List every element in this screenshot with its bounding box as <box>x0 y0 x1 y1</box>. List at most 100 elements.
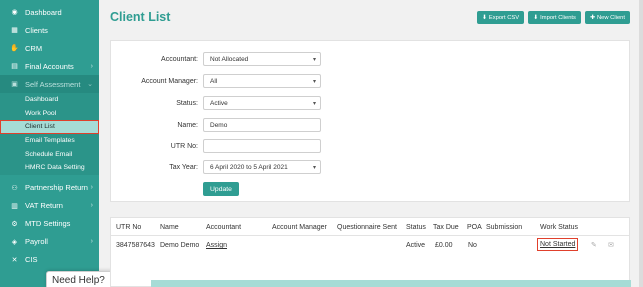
sidebar: ◉ Dashboard ▦ Clients ✋ CRM ▤ Final Acco… <box>0 0 99 287</box>
name-label: Name: <box>177 121 198 129</box>
sub-work-pool[interactable]: Work Pool <box>0 107 99 121</box>
client-table: UTR No Name Accountant Account Manager Q… <box>110 217 631 287</box>
tax-year-select[interactable]: 6 April 2020 to 5 April 2021 ▾ <box>203 160 321 174</box>
header-buttons: ⬇ Export CSV ⬇ Import Clients ✚ New Clie… <box>476 11 630 24</box>
filter-accountant-row: Accountant: Not Allocated ▾ <box>111 52 629 66</box>
chevron-down-icon: ⌄ <box>87 81 93 88</box>
col-name: Name <box>160 224 179 231</box>
filter-name-row: Name: Demo <box>111 118 629 132</box>
name-value: Demo <box>210 121 228 129</box>
import-clients-button[interactable]: ⬇ Import Clients <box>528 11 581 24</box>
bottom-bar <box>151 280 631 287</box>
building-icon: ▦ <box>11 27 18 34</box>
accountant-value: Not Allocated <box>210 55 249 63</box>
new-client-label: New Client <box>596 14 625 21</box>
download-icon: ⬇ <box>533 15 539 21</box>
account-manager-label: Account Manager: <box>141 77 198 85</box>
handshake-icon: ✋ <box>10 45 19 52</box>
utr-label: UTR No: <box>170 142 198 150</box>
money-icon: ◈ <box>11 238 18 246</box>
nav-clients[interactable]: ▦ Clients <box>0 21 99 39</box>
accountant-label: Accountant: <box>161 55 198 63</box>
select-arrow-icon: ▾ <box>312 56 316 63</box>
nav-payroll[interactable]: ◈ Payroll › <box>0 233 99 251</box>
select-arrow-icon: ▾ <box>312 100 316 107</box>
import-clients-label: Import Clients <box>540 14 576 21</box>
assign-link[interactable]: Assign <box>206 242 227 249</box>
update-button[interactable]: Update <box>203 182 239 196</box>
main-content: Client List ⬇ Export CSV ⬇ Import Client… <box>99 0 643 287</box>
nav-dashboard[interactable]: ◉ Dashboard <box>0 3 99 21</box>
self-assessment-submenu: Dashboard Work Pool Client List Email Te… <box>0 93 99 175</box>
nav-vat-return[interactable]: ▥ VAT Return › <box>0 197 99 215</box>
account-manager-select[interactable]: All ▾ <box>203 74 321 88</box>
document-icon: ▤ <box>11 63 18 70</box>
new-client-button[interactable]: ✚ New Client <box>584 11 630 24</box>
select-arrow-icon: ▾ <box>312 78 316 85</box>
tax-year-value: 6 April 2020 to 5 April 2021 <box>210 163 288 171</box>
page-title: Client List <box>110 10 171 24</box>
filter-tax-year-row: Tax Year: 6 April 2020 to 5 April 2021 ▾ <box>111 160 629 174</box>
people-icon: ⚇ <box>11 184 18 192</box>
nav-label: Final Accounts <box>25 61 74 71</box>
col-submission: Submission <box>486 224 523 231</box>
filter-card: Accountant: Not Allocated ▾ Account Mana… <box>110 40 630 202</box>
envelope-icon[interactable]: ✉ <box>608 241 614 249</box>
col-status: Status <box>406 224 426 231</box>
nav-crm[interactable]: ✋ CRM <box>0 39 99 57</box>
col-poa: POA <box>467 224 482 231</box>
nav-partnership-return[interactable]: ⚇ Partnership Return › <box>0 179 99 197</box>
utr-input[interactable] <box>203 139 321 153</box>
folder-icon: ▣ <box>11 81 18 88</box>
tax-year-label: Tax Year: <box>169 163 198 171</box>
gear-icon: ⚙ <box>11 220 18 228</box>
filter-status-row: Status: Active ▾ <box>111 96 629 110</box>
col-tax-due: Tax Due <box>433 224 459 231</box>
nav-label: MTD Settings <box>25 219 71 229</box>
col-utr-no: UTR No <box>116 224 142 231</box>
tools-icon: ✕ <box>11 256 18 264</box>
sub-hmrc-data-setting[interactable]: HMRC Data Setting <box>0 161 99 175</box>
nav-label: Clients <box>25 25 48 35</box>
name-input[interactable]: Demo <box>203 118 321 132</box>
work-status-link[interactable]: Not Started <box>537 238 579 251</box>
chevron-right-icon: › <box>90 62 93 70</box>
scrollbar[interactable] <box>639 0 643 287</box>
status-value: Active <box>210 99 228 107</box>
nav-final-accounts[interactable]: ▤ Final Accounts › <box>0 57 99 75</box>
nav-mtd-settings[interactable]: ⚙ MTD Settings <box>0 215 99 233</box>
select-arrow-icon: ▾ <box>312 164 316 171</box>
filter-account-manager-row: Account Manager: All ▾ <box>111 74 629 88</box>
cell-tax-due: £0.00 <box>435 242 453 249</box>
status-select[interactable]: Active ▾ <box>203 96 321 110</box>
export-csv-label: Export CSV <box>488 14 520 21</box>
nav-self-assessment[interactable]: ▣ Self Assessment ⌄ <box>0 75 99 93</box>
sub-email-templates[interactable]: Email Templates <box>0 134 99 148</box>
plus-icon: ✚ <box>589 15 595 21</box>
edit-icon[interactable]: ✎ <box>591 241 597 249</box>
nav-label: VAT Return <box>25 201 63 211</box>
nav-label: CIS <box>25 255 38 265</box>
accountant-select[interactable]: Not Allocated ▾ <box>203 52 321 66</box>
sub-dashboard[interactable]: Dashboard <box>0 93 99 107</box>
palette-icon: ◉ <box>11 9 18 16</box>
chevron-right-icon: › <box>90 184 93 192</box>
nav-label: Partnership Return <box>25 183 88 193</box>
chevron-right-icon: › <box>90 238 93 246</box>
nav-label: CRM <box>25 43 43 53</box>
filter-utr-row: UTR No: <box>111 139 629 153</box>
sub-schedule-email[interactable]: Schedule Email <box>0 147 99 161</box>
status-label: Status: <box>176 99 198 107</box>
header-divider <box>111 235 629 236</box>
export-csv-button[interactable]: ⬇ Export CSV <box>476 11 525 24</box>
nav-label: Payroll <box>25 237 48 247</box>
cell-utr: 3847587643 <box>116 242 155 249</box>
col-accountant: Accountant <box>206 224 242 231</box>
receipt-icon: ▥ <box>11 202 18 210</box>
col-questionnaire-sent: Questionnaire Sent <box>337 224 397 231</box>
cell-status: Active <box>406 242 426 249</box>
nav-cis[interactable]: ✕ CIS <box>0 251 99 269</box>
account-manager-value: All <box>210 77 218 85</box>
sub-client-list[interactable]: Client List <box>0 120 99 134</box>
cell-poa: No <box>468 242 477 249</box>
